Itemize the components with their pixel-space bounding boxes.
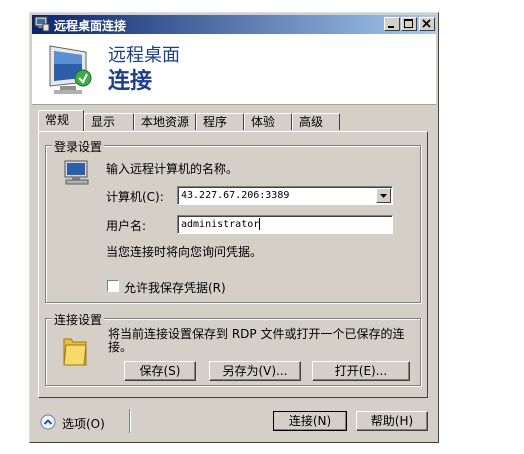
- close-icon: [422, 19, 431, 28]
- connection-settings-legend: 连接设置: [52, 311, 105, 328]
- username-label: 用户名:: [106, 219, 147, 233]
- footer-separator: [129, 409, 131, 433]
- tab-label: 程序: [203, 115, 228, 129]
- login-settings-group: 登录设置 输入远程计算机的名称。 计算机(C): 43.227.67.206:3…: [45, 138, 421, 303]
- banner-title-line2: 连接: [108, 69, 153, 94]
- general-panel: 登录设置 输入远程计算机的名称。 计算机(C): 43.227.67.206:3…: [38, 131, 428, 398]
- remote-desktop-icon: [34, 16, 50, 32]
- tab-local-resources[interactable]: 本地资源: [134, 113, 196, 130]
- tab-programs[interactable]: 程序: [196, 113, 244, 130]
- login-settings-legend: 登录设置: [52, 138, 105, 155]
- computer-value: 43.227.67.206:3389: [181, 190, 290, 201]
- minimize-icon: [388, 26, 394, 28]
- title-bar[interactable]: 远程桌面连接: [32, 15, 436, 34]
- tab-label: 本地资源: [141, 115, 190, 129]
- text-caret: [259, 218, 261, 230]
- tab-display[interactable]: 显示: [84, 113, 134, 130]
- login-prompt: 输入远程计算机的名称。: [106, 162, 239, 176]
- save-as-button[interactable]: 另存为(V)...: [209, 361, 301, 381]
- tab-label: 体验: [251, 115, 276, 129]
- maximize-icon: [404, 19, 413, 28]
- help-button[interactable]: 帮助(H): [356, 411, 428, 431]
- connection-description: 将当前连接设置保存到 RDP 文件或打开一个已保存的连接。: [108, 327, 405, 354]
- monitor-connect-icon: [49, 45, 92, 94]
- window-title: 远程桌面连接: [54, 19, 127, 33]
- connect-button[interactable]: 连接(N): [273, 411, 347, 431]
- computer-icon: [64, 160, 89, 185]
- computer-dropdown-button[interactable]: [376, 188, 391, 203]
- rdp-window: 远程桌面连接 远程桌面 连接 常规 显示 本地资源 程序 体验 高级 登录设置 …: [29, 12, 439, 443]
- folder-icon: [63, 338, 87, 366]
- tab-experience[interactable]: 体验: [244, 113, 292, 130]
- close-button[interactable]: [419, 17, 435, 31]
- options-label: 选项(O): [62, 417, 105, 431]
- save-credentials-checkbox[interactable]: [107, 280, 119, 292]
- save-credentials-label[interactable]: 允许我保存凭据(R): [124, 279, 226, 296]
- credentials-note: 当您连接时将向您询问凭据。: [106, 245, 263, 259]
- tab-label: 常规: [45, 113, 70, 127]
- username-value: administrator: [181, 219, 260, 230]
- username-input[interactable]: administrator: [177, 215, 393, 234]
- tab-general[interactable]: 常规: [38, 110, 84, 131]
- banner: 远程桌面 连接: [32, 34, 436, 105]
- connection-settings-group: 连接设置 将当前连接设置保存到 RDP 文件或打开一个已保存的连接。 保存(S)…: [45, 311, 421, 386]
- computer-label: 计算机(C):: [106, 190, 164, 204]
- computer-combobox[interactable]: 43.227.67.206:3389: [177, 186, 393, 205]
- save-button[interactable]: 保存(S): [124, 361, 196, 381]
- minimize-button[interactable]: [384, 17, 400, 31]
- maximize-button[interactable]: [401, 17, 417, 31]
- chevron-down-icon: [380, 194, 387, 198]
- tab-label: 高级: [299, 115, 324, 129]
- tab-label: 显示: [91, 115, 116, 129]
- open-button[interactable]: 打开(E)...: [312, 361, 410, 381]
- chevron-up-icon: [40, 414, 56, 430]
- tab-advanced[interactable]: 高级: [292, 113, 340, 130]
